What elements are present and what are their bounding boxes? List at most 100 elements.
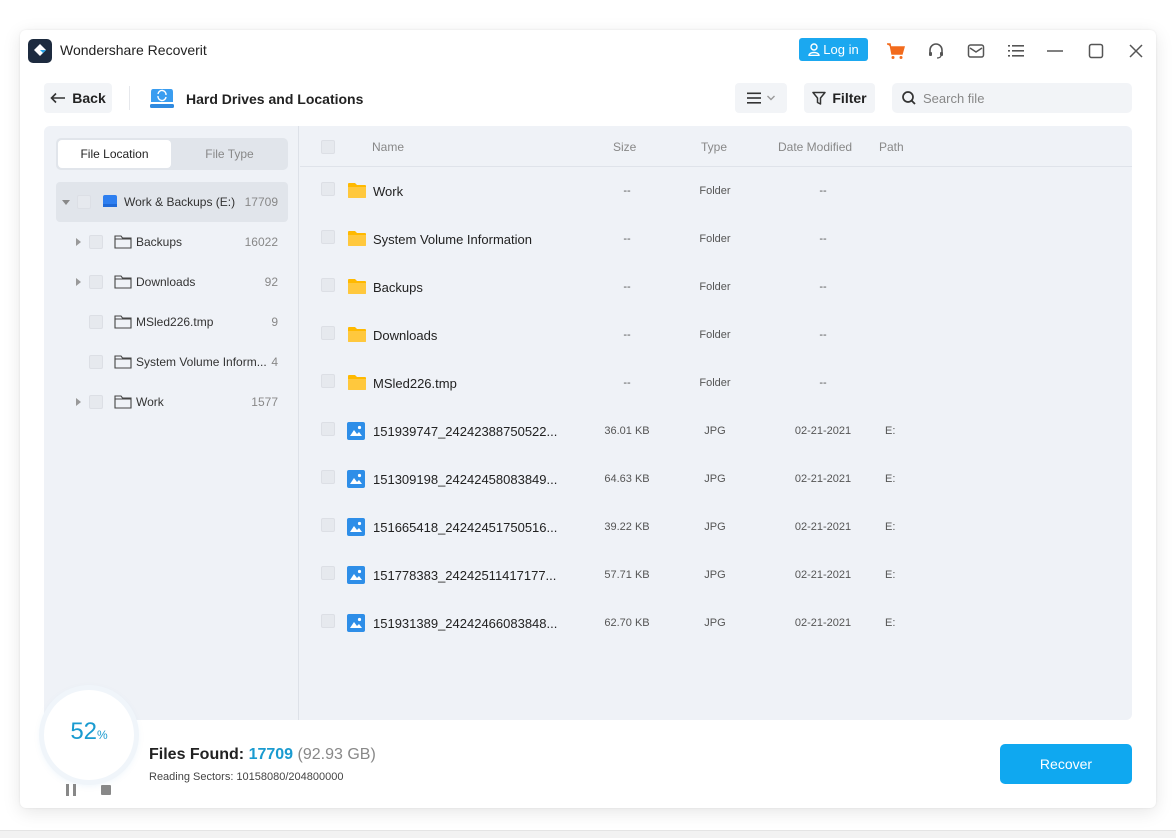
filter-button[interactable]: Filter [804, 83, 875, 113]
scan-progress: 52% [44, 690, 134, 780]
tree-checkbox[interactable] [89, 315, 103, 329]
row-checkbox[interactable] [321, 230, 335, 244]
app-window: Wondershare Recoverit Log in Back Hard D… [20, 30, 1156, 808]
tree-checkbox[interactable] [89, 235, 103, 249]
file-date: 02-21-2021 [794, 521, 852, 533]
file-type: JPG [704, 473, 726, 485]
row-checkbox[interactable] [321, 374, 335, 388]
caret-down-icon[interactable] [62, 200, 70, 205]
list-view-icon [747, 92, 761, 104]
folder-outline-icon [114, 275, 132, 289]
folder-outline-icon [114, 235, 132, 249]
tree-item-downloads[interactable]: Downloads 92 [56, 262, 288, 302]
file-date: -- [819, 281, 827, 293]
file-type: JPG [704, 569, 726, 581]
location-title: Hard Drives and Locations [186, 91, 364, 107]
file-row[interactable]: 151931389_24242466083848... 62.70 KB JPG 02… [300, 599, 1132, 647]
tree-item-backups[interactable]: Backups 16022 [56, 222, 288, 262]
file-name: Work [373, 184, 404, 199]
row-checkbox[interactable] [321, 518, 335, 532]
tree-checkbox[interactable] [89, 395, 103, 409]
tab-file-type[interactable]: File Type [173, 140, 286, 168]
desktop-background [0, 830, 1176, 838]
select-all-checkbox[interactable] [321, 140, 335, 154]
file-row[interactable]: Downloads -- Folder -- [300, 311, 1132, 359]
row-checkbox[interactable] [321, 614, 335, 628]
search-input[interactable] [923, 90, 1113, 106]
menu-list-icon[interactable] [1005, 40, 1027, 62]
file-row[interactable]: 151939747_24242388750522... 36.01 KB JPG 02… [300, 407, 1132, 455]
file-row[interactable]: 151665418_24242451750516... 39.22 KB JPG 02… [300, 503, 1132, 551]
file-date: 02-21-2021 [794, 569, 852, 581]
file-size: -- [623, 185, 631, 197]
row-checkbox[interactable] [321, 182, 335, 196]
header-type[interactable]: Type [701, 140, 727, 154]
file-type: Folder [699, 377, 731, 389]
content-area: File Location File Type Work & Backups (… [44, 126, 1132, 720]
folder-icon [347, 182, 367, 204]
file-name: 151939747_24242388750522... [373, 424, 558, 439]
tree-item-msled226[interactable]: MSled226.tmp 9 [56, 302, 288, 342]
app-title: Wondershare Recoverit [60, 42, 207, 58]
tree-root-drive[interactable]: Work & Backups (E:) 17709 [56, 182, 288, 222]
folder-icon [347, 374, 367, 396]
header-name[interactable]: Name [372, 140, 404, 154]
file-type: Folder [699, 233, 731, 245]
tree-count: 16022 [244, 235, 278, 249]
file-row[interactable]: Work -- Folder -- [300, 167, 1132, 215]
tree-item-work[interactable]: Work 1577 [56, 382, 288, 422]
header-path[interactable]: Path [879, 140, 904, 154]
cart-icon[interactable] [885, 40, 907, 62]
row-checkbox[interactable] [321, 326, 335, 340]
tree-count: 9 [271, 315, 278, 329]
folder-icon [347, 326, 367, 348]
back-button[interactable]: Back [44, 83, 112, 113]
row-checkbox[interactable] [321, 566, 335, 580]
login-button[interactable]: Log in [799, 38, 868, 61]
progress-unit: % [97, 728, 108, 742]
header-size[interactable]: Size [613, 140, 636, 154]
file-row[interactable]: 151309198_24242458083849... 64.63 KB JPG 02… [300, 455, 1132, 503]
file-type: JPG [704, 617, 726, 629]
caret-right-icon[interactable] [76, 398, 81, 406]
search-icon [902, 91, 916, 105]
row-checkbox[interactable] [321, 278, 335, 292]
tree-checkbox[interactable] [77, 195, 91, 209]
file-row[interactable]: Backups -- Folder -- [300, 263, 1132, 311]
close-icon[interactable] [1125, 40, 1147, 62]
row-checkbox[interactable] [321, 470, 335, 484]
tree-label: Downloads [136, 275, 196, 289]
file-row[interactable]: System Volume Information -- Folder -- [300, 215, 1132, 263]
title-bar: Wondershare Recoverit Log in [20, 30, 1156, 72]
header-date-modified[interactable]: Date Modified [778, 140, 852, 154]
tree-checkbox[interactable] [89, 355, 103, 369]
mail-icon[interactable] [965, 40, 987, 62]
file-row[interactable]: MSled226.tmp -- Folder -- [300, 359, 1132, 407]
file-type: JPG [704, 521, 726, 533]
file-date: 02-21-2021 [794, 473, 852, 485]
tree-item-system-volume-information[interactable]: System Volume Inform... 4 [56, 342, 288, 382]
tree-label: System Volume Inform... [136, 355, 267, 369]
view-mode-button[interactable] [735, 83, 787, 113]
tree-label: Work & Backups (E:) [124, 195, 236, 209]
back-label: Back [72, 90, 106, 106]
file-name: 151309198_24242458083849... [373, 472, 558, 487]
minimize-icon[interactable] [1044, 40, 1066, 62]
file-type: Folder [699, 281, 731, 293]
tab-file-location[interactable]: File Location [58, 140, 171, 168]
headset-icon[interactable] [925, 40, 947, 62]
folder-outline-icon [114, 315, 132, 329]
tree-checkbox[interactable] [89, 275, 103, 289]
stop-button[interactable] [101, 785, 111, 795]
file-row[interactable]: 151778383_24242511417177... 57.71 KB JPG 02… [300, 551, 1132, 599]
view-tabs: File Location File Type [56, 138, 288, 170]
recover-button[interactable]: Recover [1000, 744, 1132, 784]
caret-right-icon[interactable] [76, 278, 81, 286]
caret-right-icon[interactable] [76, 238, 81, 246]
pause-button[interactable] [64, 784, 78, 796]
search-box[interactable] [892, 83, 1132, 113]
maximize-icon[interactable] [1085, 40, 1107, 62]
row-checkbox[interactable] [321, 422, 335, 436]
file-path: E: [885, 617, 896, 629]
arrow-left-icon [50, 92, 66, 104]
